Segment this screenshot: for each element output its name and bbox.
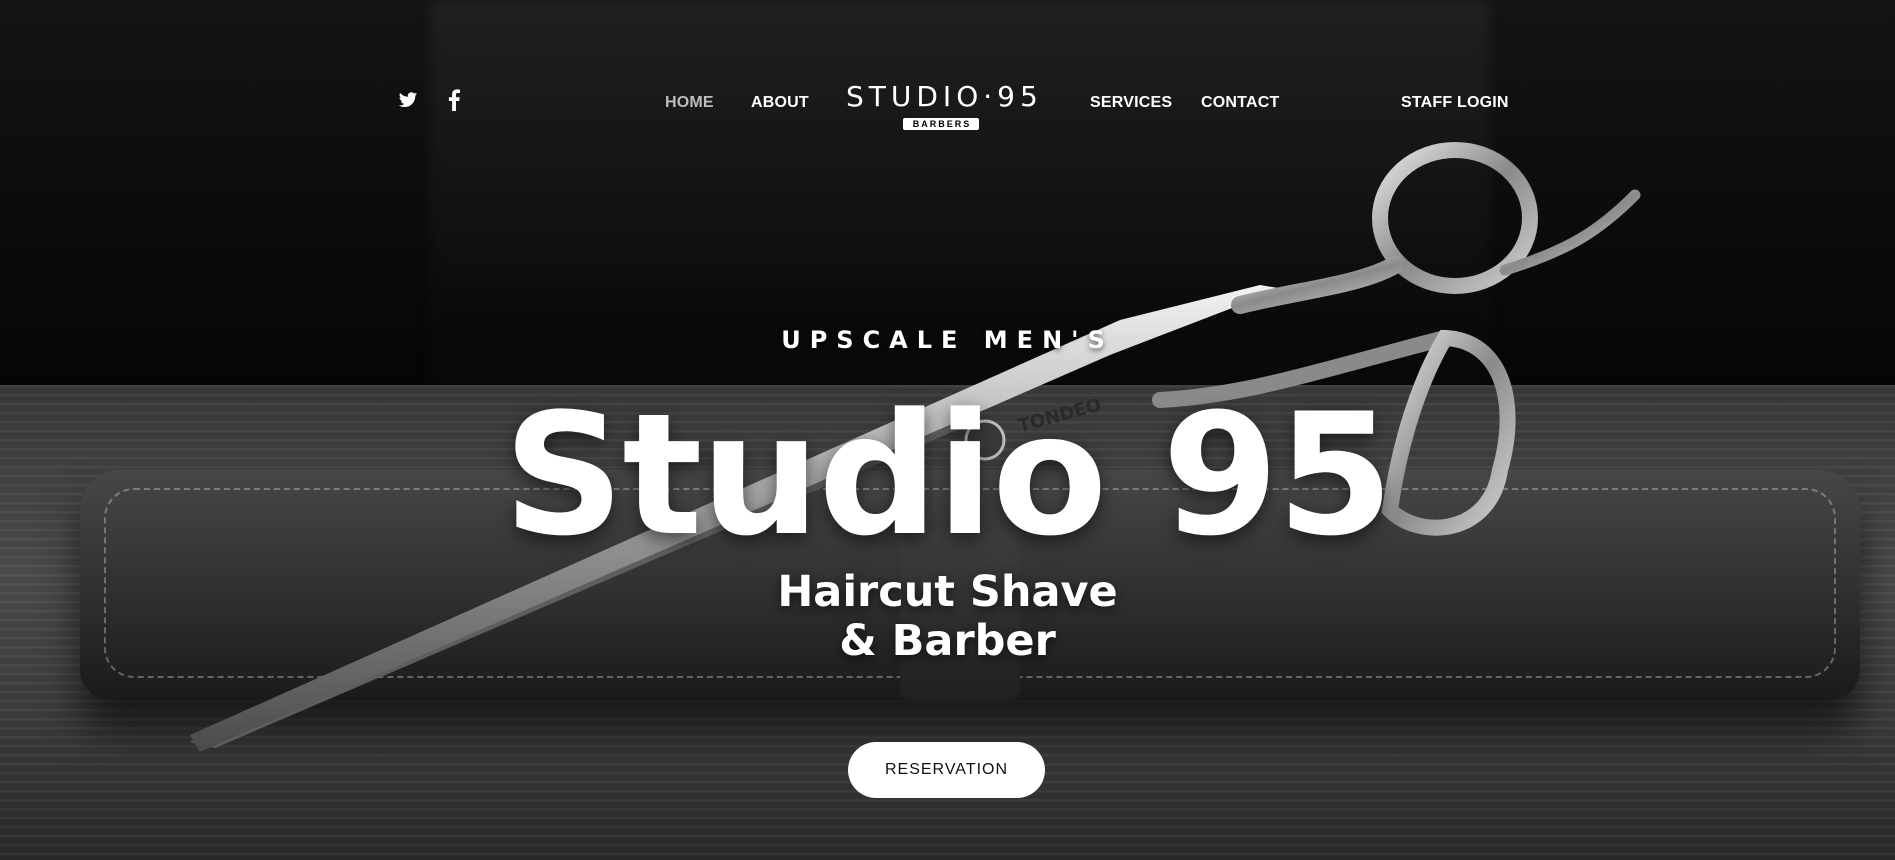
hero-subtitle-line1: Haircut Shave: [777, 567, 1118, 617]
nav-about[interactable]: ABOUT: [751, 94, 809, 112]
facebook-link[interactable]: [440, 88, 468, 112]
scissors-shank: [1231, 256, 1404, 314]
twitter-link[interactable]: [394, 88, 422, 112]
reservation-button[interactable]: RESERVATION: [848, 742, 1045, 798]
nav-contact[interactable]: CONTACT: [1201, 94, 1279, 112]
logo-wordmark: STUDIO·95: [846, 80, 1043, 113]
hero-subtitle-line2: & Barber: [839, 616, 1056, 666]
hero-subtitle: Haircut Shave & Barber: [0, 568, 1895, 666]
logo-subtitle: BARBERS: [902, 118, 980, 130]
facebook-icon: [448, 89, 460, 111]
nav-staff-login[interactable]: STAFF LOGIN: [1401, 94, 1509, 112]
twitter-icon: [398, 91, 418, 107]
hero-kicker: UPSCALE MEN'S: [781, 326, 1114, 354]
nav-home[interactable]: HOME: [665, 94, 714, 112]
hero-title: Studio 95: [503, 377, 1393, 573]
nav-services[interactable]: SERVICES: [1090, 94, 1172, 112]
top-navigation: HOME ABOUT STUDIO·95 BARBERS SERVICES CO…: [0, 0, 1895, 150]
site-logo[interactable]: STUDIO·95 BARBERS: [846, 80, 1043, 130]
